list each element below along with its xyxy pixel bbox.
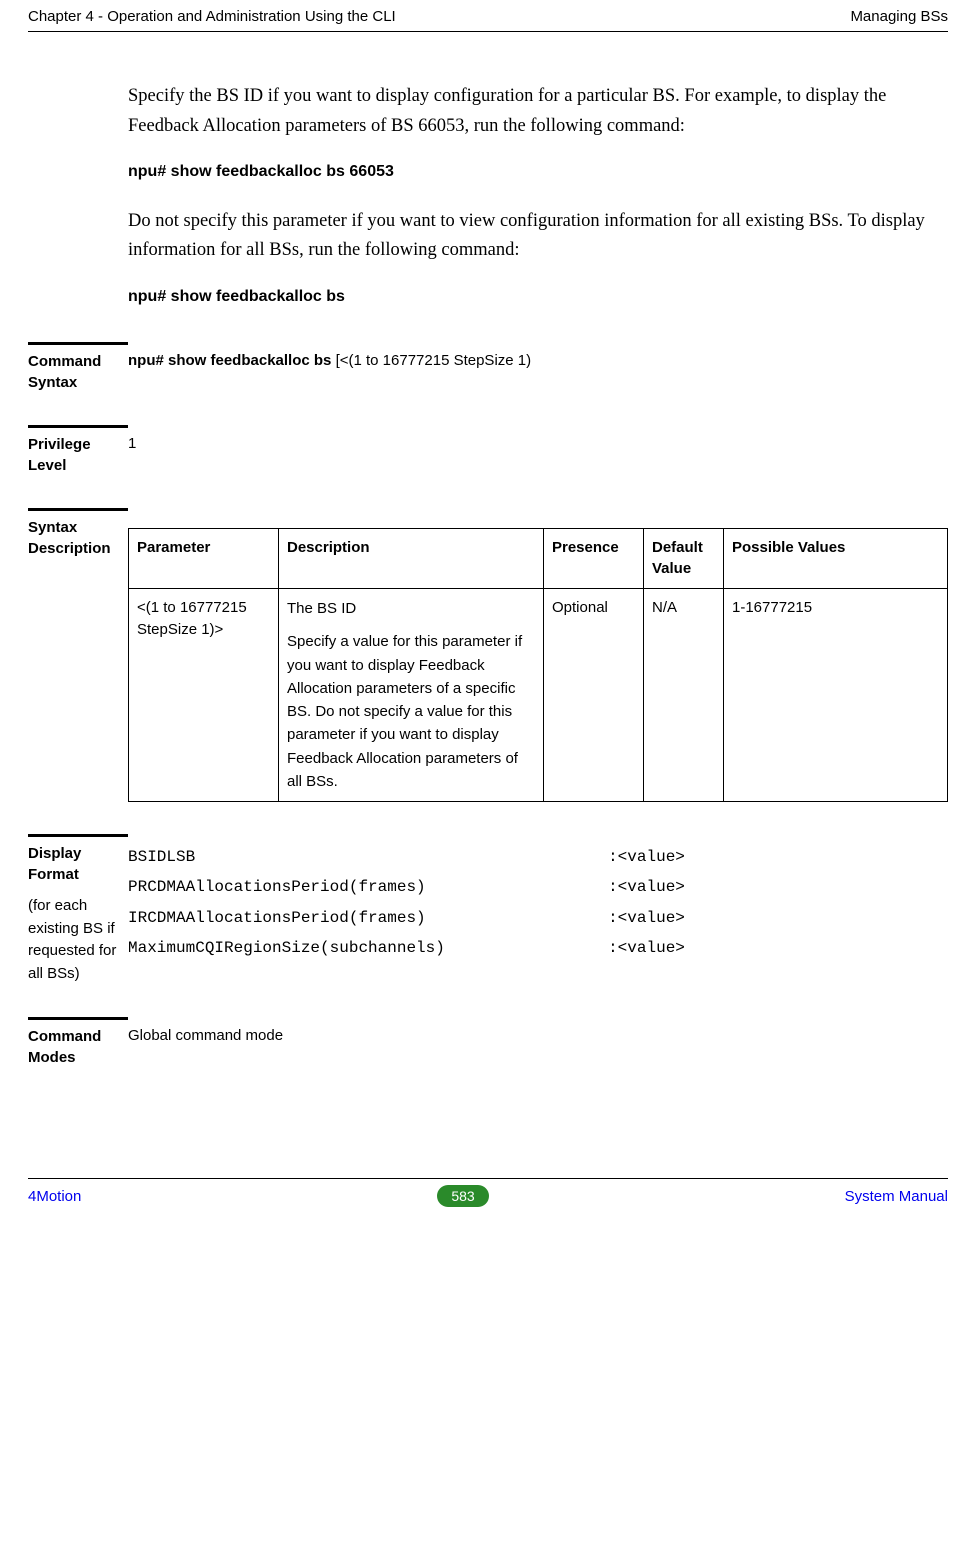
footer-right[interactable]: System Manual: [845, 1188, 948, 1205]
td-parameter: <(1 to 16777215 StepSize 1)>: [129, 589, 279, 802]
td-description: The BS ID Specify a value for this param…: [279, 589, 544, 802]
content-command-modes: Global command mode: [128, 1017, 948, 1047]
td-default: N/A: [644, 589, 724, 802]
section-privilege-level: Privilege Level 1: [28, 425, 948, 476]
th-parameter: Parameter: [129, 528, 279, 589]
th-possible: Possible Values: [724, 528, 948, 589]
content-privilege-level: 1: [128, 425, 948, 455]
table-header-row: Parameter Description Presence Default V…: [129, 528, 948, 589]
label-display-format: Display Format (for each existing BS if …: [28, 834, 128, 985]
footer-left[interactable]: 4Motion: [28, 1188, 81, 1205]
command-syntax-rest: [<(1 to 16777215 StepSize 1): [336, 352, 532, 369]
section-display-format: Display Format (for each existing BS if …: [28, 834, 948, 985]
display-format-lines: BSIDLSB :<value> PRCDMAAllocationsPeriod…: [128, 842, 948, 964]
content-command-syntax: npu# show feedbackalloc bs [<(1 to 16777…: [128, 342, 948, 372]
content-display-format: BSIDLSB :<value> PRCDMAAllocationsPeriod…: [128, 834, 948, 964]
header-rule: [28, 31, 948, 32]
section-command-syntax: Command Syntax npu# show feedbackalloc b…: [28, 342, 948, 393]
intro-paragraph-1: Specify the BS ID if you want to display…: [128, 82, 938, 141]
th-default: Default Value: [644, 528, 724, 589]
page-header: Chapter 4 - Operation and Administration…: [28, 0, 948, 31]
intro-command-1: npu# show feedbackalloc bs 66053: [128, 159, 938, 185]
td-presence: Optional: [544, 589, 644, 802]
page-number-badge: 583: [437, 1185, 488, 1207]
page-footer: 4Motion 583 System Manual: [28, 1179, 948, 1225]
header-right: Managing BSs: [850, 8, 948, 25]
th-presence: Presence: [544, 528, 644, 589]
content-syntax-description: Parameter Description Presence Default V…: [128, 508, 948, 803]
td-possible: 1-16777215: [724, 589, 948, 802]
label-privilege-level: Privilege Level: [28, 425, 128, 476]
label-syntax-description: Syntax Description: [28, 508, 128, 559]
header-left: Chapter 4 - Operation and Administration…: [28, 8, 396, 25]
intro-paragraph-2: Do not specify this parameter if you wan…: [128, 207, 938, 266]
label-display-format-text: Display Format: [28, 845, 81, 883]
td-desc-rest: Specify a value for this parameter if yo…: [287, 630, 535, 793]
syntax-table: Parameter Description Presence Default V…: [128, 528, 948, 803]
label-display-format-subnote: (for each existing BS if requested for a…: [28, 895, 128, 985]
th-description: Description: [279, 528, 544, 589]
section-command-modes: Command Modes Global command mode: [28, 1017, 948, 1068]
command-syntax-bold: npu# show feedbackalloc bs: [128, 352, 336, 369]
section-syntax-description: Syntax Description Parameter Description…: [28, 508, 948, 803]
label-command-syntax: Command Syntax: [28, 342, 128, 393]
td-desc-line1: The BS ID: [287, 600, 356, 617]
intro-command-2: npu# show feedbackalloc bs: [128, 284, 938, 310]
table-row: <(1 to 16777215 StepSize 1)> The BS ID S…: [129, 589, 948, 802]
label-command-modes: Command Modes: [28, 1017, 128, 1068]
